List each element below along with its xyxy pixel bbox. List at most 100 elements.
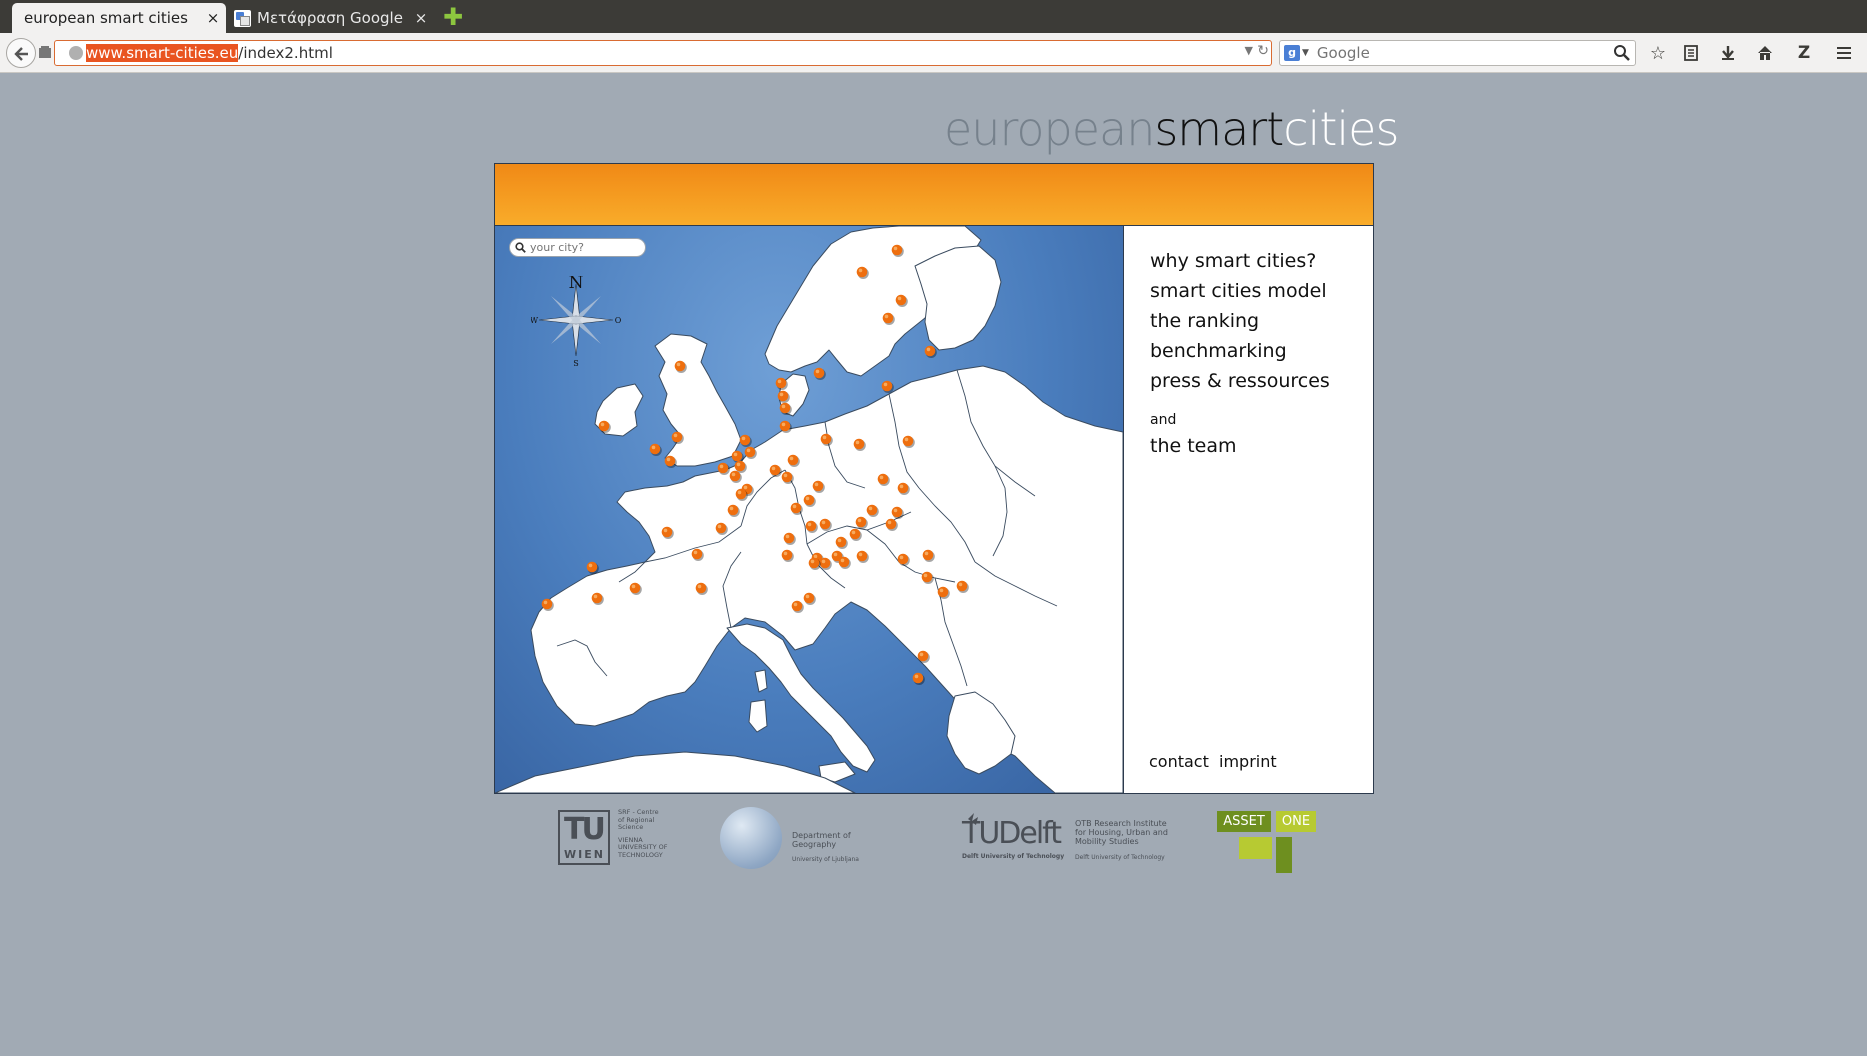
city-marker[interactable] (649, 443, 662, 456)
city-marker[interactable] (739, 434, 752, 447)
city-marker[interactable] (902, 435, 915, 448)
menu-the-ranking[interactable]: the ranking (1150, 310, 1259, 332)
back-arrow-icon (14, 47, 28, 61)
city-marker[interactable] (891, 506, 904, 519)
city-marker[interactable] (781, 471, 794, 484)
url-history-dropdown-icon[interactable]: ▼ (1245, 44, 1253, 57)
city-marker[interactable] (924, 345, 937, 358)
city-marker[interactable] (744, 446, 757, 459)
home-icon[interactable] (1754, 42, 1776, 64)
city-marker[interactable] (917, 650, 930, 663)
city-marker[interactable] (777, 390, 790, 403)
tab-google-translate[interactable]: Μετάφραση Google × (226, 3, 434, 33)
city-marker[interactable] (912, 672, 925, 685)
url-bar[interactable]: www.smart-cities.eu/index2.html ▼ ↻ (54, 40, 1272, 66)
city-marker[interactable] (791, 600, 804, 613)
city-marker[interactable] (882, 312, 895, 325)
menu-hamburger-icon[interactable] (1833, 42, 1855, 64)
city-marker[interactable] (956, 580, 969, 593)
city-marker[interactable] (779, 420, 792, 433)
asset-one-one-label[interactable]: ONE (1276, 811, 1316, 832)
city-marker[interactable] (664, 455, 677, 468)
city-marker[interactable] (885, 518, 898, 531)
city-marker[interactable] (897, 482, 910, 495)
city-marker[interactable] (629, 582, 642, 595)
city-marker[interactable] (803, 592, 816, 605)
city-marker[interactable] (781, 549, 794, 562)
city-marker[interactable] (790, 502, 803, 515)
city-marker[interactable] (813, 367, 826, 380)
city-marker[interactable] (541, 598, 554, 611)
city-marker[interactable] (779, 402, 792, 415)
city-marker[interactable] (671, 431, 684, 444)
city-marker[interactable] (877, 473, 890, 486)
tab-close-icon[interactable]: × (408, 9, 434, 27)
menu-why-smart-cities[interactable]: why smart cities? (1150, 250, 1316, 272)
contact-link[interactable]: contact (1149, 752, 1209, 771)
city-marker[interactable] (819, 518, 832, 531)
city-marker[interactable] (819, 557, 832, 570)
city-marker[interactable] (695, 582, 708, 595)
city-marker[interactable] (717, 462, 730, 475)
city-marker[interactable] (895, 294, 908, 307)
city-marker[interactable] (856, 550, 869, 563)
city-marker[interactable] (805, 520, 818, 533)
reading-list-icon[interactable] (1680, 42, 1702, 64)
city-marker[interactable] (674, 360, 687, 373)
city-marker[interactable] (661, 526, 674, 539)
city-marker[interactable] (691, 548, 704, 561)
asset-one-asset-label[interactable]: ASSET (1217, 811, 1271, 832)
city-marker[interactable] (783, 532, 796, 545)
city-marker[interactable] (856, 266, 869, 279)
city-marker[interactable] (866, 504, 879, 517)
tab-european-smart-cities[interactable]: european smart cities × (12, 3, 226, 33)
city-marker[interactable] (598, 420, 611, 433)
menu-the-team[interactable]: the team (1150, 435, 1237, 457)
europe-map[interactable]: N S W O (495, 226, 1123, 793)
logo-smart: smart (1154, 102, 1284, 156)
ljubljana-logo-icon[interactable] (720, 807, 782, 869)
menu-smart-cities-model[interactable]: smart cities model (1150, 280, 1327, 302)
menu-benchmarking[interactable]: benchmarking (1150, 340, 1287, 362)
zotero-icon[interactable]: Z (1793, 42, 1815, 64)
search-icon[interactable] (1613, 44, 1631, 62)
city-marker[interactable] (921, 571, 934, 584)
city-marker[interactable] (855, 516, 868, 529)
menu-press-ressources[interactable]: press & ressources (1150, 370, 1330, 392)
search-input[interactable] (1316, 44, 1607, 62)
city-marker[interactable] (769, 464, 782, 477)
city-marker[interactable] (838, 556, 851, 569)
city-marker[interactable] (820, 433, 833, 446)
reload-icon[interactable]: ↻ (1257, 43, 1269, 59)
tab-close-icon[interactable]: × (200, 9, 226, 27)
city-marker[interactable] (922, 549, 935, 562)
tu-wien-logo[interactable]: TU WIEN (558, 810, 610, 865)
city-marker[interactable] (853, 438, 866, 451)
city-marker[interactable] (812, 480, 825, 493)
search-bar[interactable]: g ▼ (1279, 40, 1636, 66)
city-marker[interactable] (715, 522, 728, 535)
city-marker[interactable] (937, 586, 950, 599)
download-icon[interactable] (1717, 42, 1739, 64)
city-marker[interactable] (586, 561, 599, 574)
tu-delft-logo[interactable]: TUDelft (962, 816, 1062, 851)
city-marker[interactable] (891, 244, 904, 257)
imprint-link[interactable]: imprint (1219, 752, 1277, 771)
city-marker[interactable] (835, 536, 848, 549)
search-engine-dropdown-icon[interactable]: ▼ (1302, 48, 1309, 58)
url-host: www.smart-cities.eu (86, 44, 239, 62)
city-marker[interactable] (849, 528, 862, 541)
page-info-icon[interactable] (38, 45, 52, 59)
bookmark-star-icon[interactable]: ☆ (1647, 42, 1669, 64)
site-logo[interactable]: europeansmartcities (944, 102, 1399, 156)
back-button[interactable] (6, 38, 36, 68)
city-marker[interactable] (897, 553, 910, 566)
city-marker[interactable] (803, 494, 816, 507)
new-tab-button[interactable]: ✚ (442, 5, 464, 29)
city-marker[interactable] (787, 454, 800, 467)
google-icon[interactable]: g (1284, 45, 1300, 61)
city-marker[interactable] (591, 592, 604, 605)
city-marker[interactable] (775, 377, 788, 390)
city-marker[interactable] (881, 380, 894, 393)
city-marker[interactable] (727, 504, 740, 517)
